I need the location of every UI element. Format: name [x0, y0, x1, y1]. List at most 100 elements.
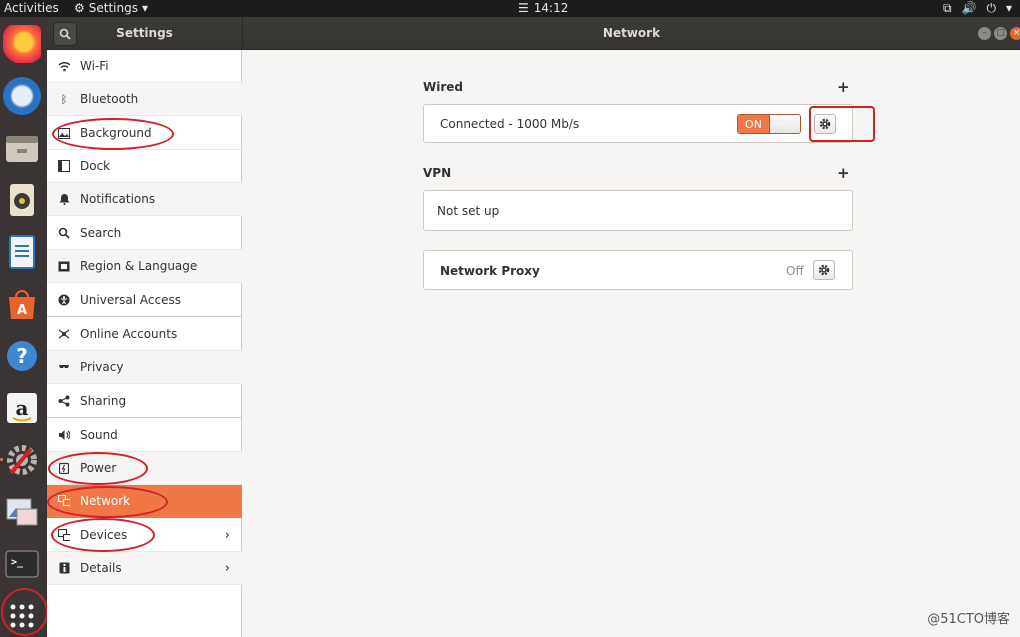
- sidebar-item-network[interactable]: Network: [47, 485, 242, 518]
- wired-connection-row: Connected - 1000 Mb/s ON: [423, 104, 853, 143]
- sidebar-item-label: Region & Language: [80, 259, 198, 273]
- show-applications-icon[interactable]: [3, 597, 41, 635]
- writer-icon[interactable]: [3, 233, 41, 271]
- bell-icon: [58, 193, 70, 205]
- svg-text:A: A: [17, 303, 27, 318]
- calendar-icon: ☰: [518, 1, 529, 15]
- wired-status: Connected - 1000 Mb/s: [440, 117, 580, 131]
- dock-icon: [58, 160, 70, 172]
- sidebar-item-label: Universal Access: [80, 293, 181, 307]
- network-proxy-label: Network Proxy: [440, 264, 540, 278]
- thunderbird-icon[interactable]: [3, 77, 41, 115]
- rhythmbox-icon[interactable]: [3, 181, 41, 219]
- settings-gear-icon: ⚙: [74, 1, 85, 15]
- sidebar-item-label: Sharing: [80, 394, 127, 408]
- network-tray-icon: ⧉: [942, 1, 952, 15]
- wired-toggle-switch[interactable]: ON: [737, 114, 801, 134]
- vpn-row: Not set up: [423, 190, 853, 231]
- bluetooth-icon: ᛒ: [60, 92, 68, 106]
- clock-time: 14:12: [533, 1, 569, 15]
- gear-icon: [819, 118, 831, 130]
- sidebar-item-dock[interactable]: Dock: [47, 150, 242, 183]
- sidebar-item-online-accounts[interactable]: Online Accounts: [47, 318, 242, 351]
- chevron-down-icon: ▾: [1005, 1, 1012, 15]
- region-icon: [58, 260, 70, 272]
- close-button[interactable]: ×: [1010, 27, 1020, 40]
- share-icon: [58, 395, 70, 407]
- dock: A ? a >_: [0, 17, 47, 637]
- image-viewer-icon[interactable]: [3, 493, 41, 531]
- close-icon: ×: [1012, 28, 1020, 38]
- minimize-button[interactable]: –: [978, 27, 991, 40]
- gear-icon: [818, 264, 830, 276]
- sidebar-item-region[interactable]: Region & Language: [47, 250, 242, 283]
- online-accounts-icon: [58, 328, 70, 340]
- firefox-icon[interactable]: [3, 25, 41, 63]
- wifi-icon: [58, 60, 70, 72]
- settings-sidebar: Wi-Fi ᛒ Bluetooth Background Dock Notifi…: [47, 50, 242, 637]
- sidebar-item-label: Devices: [80, 528, 128, 542]
- search-icon: [58, 227, 70, 239]
- wired-section-title: Wired: [423, 80, 463, 94]
- svg-text:a: a: [16, 396, 29, 420]
- vpn-status: Not set up: [437, 204, 500, 218]
- help-icon[interactable]: ?: [3, 337, 41, 375]
- amazon-icon[interactable]: a: [3, 389, 41, 427]
- volume-icon: 🔊: [961, 1, 977, 15]
- sidebar-item-label: Network: [80, 494, 131, 508]
- clock[interactable]: ☰ 14:12: [518, 0, 568, 16]
- sidebar-item-notifications[interactable]: Notifications: [47, 183, 242, 216]
- sidebar-item-search[interactable]: Search: [47, 217, 242, 250]
- switch-knob: [768, 115, 800, 133]
- sidebar-item-devices[interactable]: Devices ›: [47, 519, 242, 552]
- add-wired-button[interactable]: +: [837, 78, 850, 96]
- info-icon: [58, 562, 70, 574]
- sidebar-item-label: Privacy: [80, 360, 124, 374]
- sidebar-item-label: Sound: [80, 428, 118, 442]
- power-menu-icon: ⏻: [986, 1, 996, 15]
- wired-settings-button[interactable]: [814, 114, 836, 134]
- sidebar-item-bluetooth[interactable]: ᛒ Bluetooth: [47, 83, 242, 116]
- network-proxy-row[interactable]: Network Proxy Off: [423, 250, 853, 290]
- search-icon: [59, 28, 71, 40]
- files-icon[interactable]: [3, 129, 41, 167]
- sidebar-item-privacy[interactable]: Privacy: [47, 351, 242, 384]
- network-panel: Wired + Connected - 1000 Mb/s ON VPN + N…: [243, 50, 1020, 637]
- maximize-button[interactable]: □: [994, 27, 1007, 40]
- sidebar-item-label: Power: [80, 461, 117, 475]
- sidebar-item-details[interactable]: Details ›: [47, 552, 242, 585]
- privacy-icon: [58, 361, 70, 373]
- add-vpn-button[interactable]: +: [837, 164, 850, 182]
- sidebar-item-label: Wi-Fi: [80, 59, 109, 73]
- speaker-icon: [58, 429, 70, 441]
- sidebar-item-background[interactable]: Background: [47, 117, 242, 150]
- devices-icon: [58, 529, 70, 541]
- sidebar-item-sharing[interactable]: Sharing: [47, 385, 242, 418]
- sidebar-item-label: Notifications: [80, 192, 156, 206]
- top-bar: Activities ⚙ Settings ▾ ☰ 14:12 ⧉ 🔊 ⏻ ▾: [0, 0, 1020, 17]
- sidebar-item-label: Dock: [80, 159, 111, 173]
- terminal-icon[interactable]: >_: [3, 545, 41, 583]
- sidebar-item-sound[interactable]: Sound: [47, 419, 242, 452]
- sidebar-item-label: Bluetooth: [80, 92, 139, 106]
- sidebar-item-label: Search: [80, 226, 122, 240]
- sidebar-item-label: Online Accounts: [80, 327, 178, 341]
- running-indicator: [0, 458, 3, 461]
- background-icon: [58, 127, 70, 139]
- activities-button[interactable]: Activities: [4, 0, 59, 16]
- watermark: @51CTO博客: [927, 612, 1010, 627]
- app-menu-label: Settings: [88, 1, 138, 15]
- network-icon: [58, 495, 70, 507]
- minimize-icon: –: [982, 28, 987, 38]
- app-menu[interactable]: ⚙ Settings ▾: [74, 0, 148, 16]
- search-button[interactable]: [53, 22, 77, 46]
- system-tray[interactable]: ⧉ 🔊 ⏻ ▾: [943, 0, 1012, 16]
- sidebar-item-power[interactable]: Power: [47, 452, 242, 485]
- proxy-settings-button[interactable]: [813, 260, 835, 280]
- software-center-icon[interactable]: A: [3, 285, 41, 323]
- sidebar-item-universal-access[interactable]: Universal Access: [47, 284, 242, 317]
- system-settings-icon[interactable]: [3, 441, 41, 479]
- sidebar-item-wifi[interactable]: Wi-Fi: [47, 50, 242, 83]
- header-bar: Settings Network – □ ×: [47, 17, 1020, 50]
- svg-text:?: ?: [16, 344, 28, 368]
